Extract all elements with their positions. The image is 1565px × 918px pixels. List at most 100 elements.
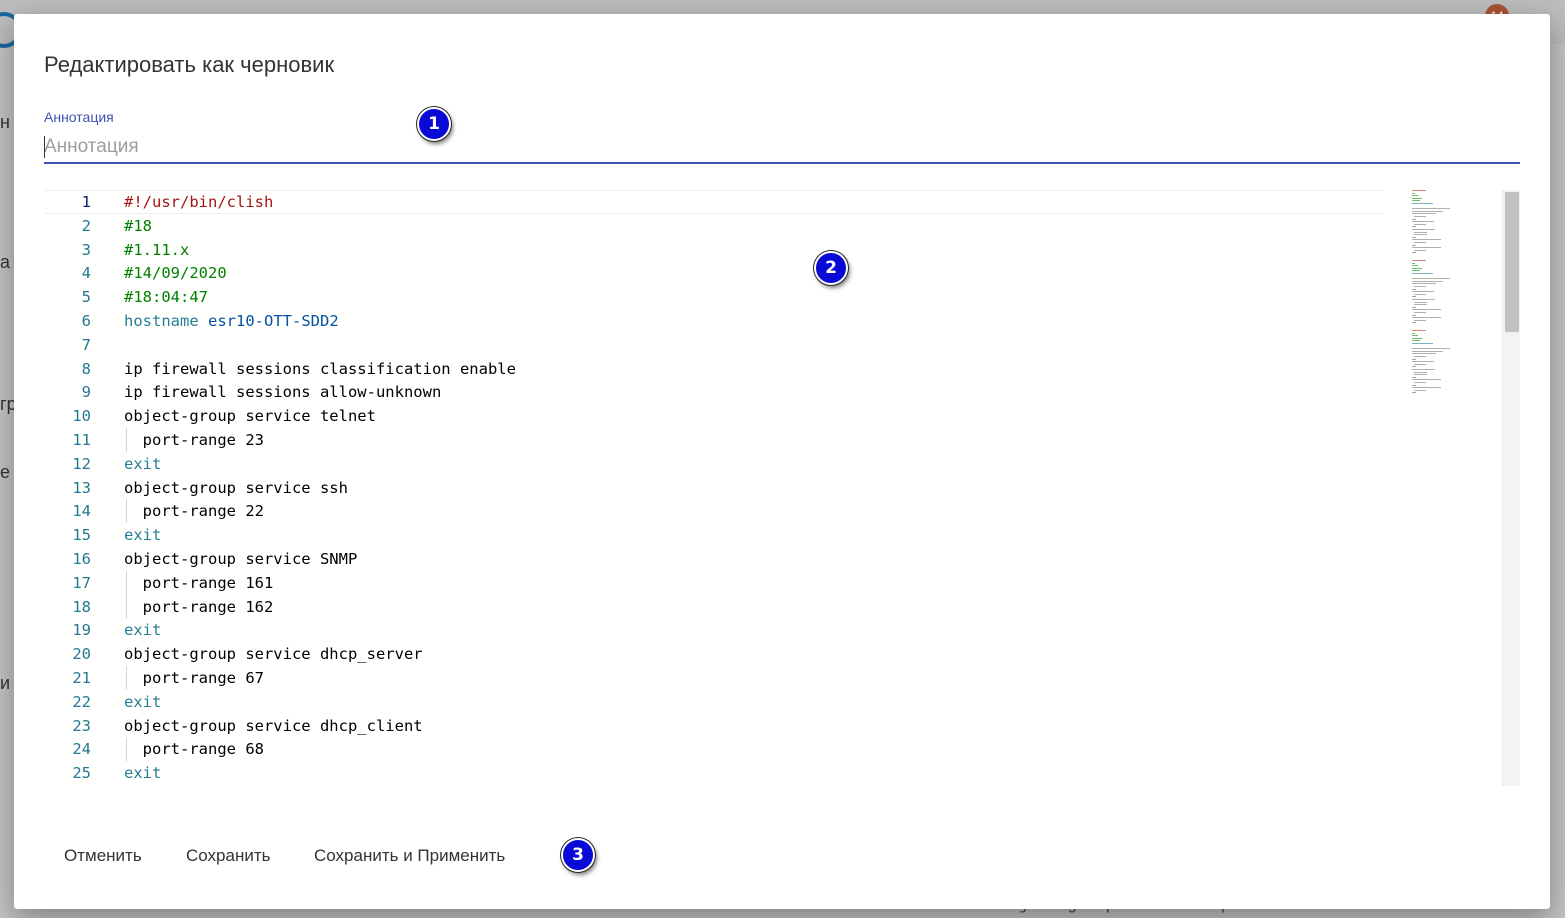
- code-line[interactable]: 20 object-group service dhcp_server: [44, 642, 1384, 666]
- code-text: port-range 67: [124, 669, 264, 687]
- save-and-apply-button[interactable]: Сохранить и Применить: [294, 836, 525, 876]
- code-text: exit: [124, 764, 162, 782]
- line-number: 8: [81, 360, 91, 378]
- background-text: н: [0, 112, 10, 132]
- code-line[interactable]: 13 object-group service ssh: [44, 476, 1384, 500]
- minimap-line: [1412, 218, 1416, 220]
- code-line[interactable]: 2 #18: [44, 214, 1384, 238]
- code-text: port-range 22: [124, 502, 264, 520]
- line-number: 5: [81, 288, 91, 306]
- minimap-line: [1412, 379, 1441, 381]
- code-token: hostname: [124, 312, 208, 330]
- config-code-editor[interactable]: 25 exit 24 port-range 68 23 object-group ser…: [44, 190, 1520, 786]
- code-line[interactable]: 8 ip firewall sessions classification ena…: [44, 357, 1384, 381]
- line-number: 9: [81, 383, 91, 401]
- minimap-line: [1414, 363, 1426, 365]
- editor-minimap[interactable]: [1412, 190, 1502, 410]
- minimap-line: [1412, 265, 1419, 267]
- minimap-line: [1414, 389, 1426, 391]
- editor-scrollbar-thumb[interactable]: [1505, 192, 1519, 332]
- minimap-line: [1414, 223, 1426, 225]
- code-text: #!/usr/bin/clish: [124, 193, 274, 211]
- code-line[interactable]: 7: [44, 333, 1384, 357]
- callout-marker: 2: [814, 251, 848, 285]
- code-line[interactable]: 12 exit: [44, 452, 1384, 476]
- code-text: #18:04:47: [124, 288, 208, 306]
- code-line[interactable]: 23 object-group service dhcp_client: [44, 714, 1384, 738]
- code-line[interactable]: 16 object-group service SNMP: [44, 547, 1384, 571]
- minimap-line: [1412, 376, 1416, 378]
- line-number: 19: [72, 621, 91, 639]
- line-number: 12: [72, 455, 91, 473]
- minimap-line: [1412, 229, 1435, 230]
- minimap-line: [1414, 249, 1426, 251]
- minimap-line: [1412, 340, 1421, 342]
- code-line[interactable]: 11 port-range 23: [44, 428, 1384, 452]
- minimap-line: [1412, 392, 1416, 394]
- minimap-line: [1414, 286, 1426, 287]
- code-text: port-range 161: [124, 574, 274, 592]
- code-line[interactable]: 22 exit: [44, 690, 1384, 714]
- minimap-line: [1412, 309, 1441, 311]
- code-line[interactable]: 9 ip firewall sessions allow-unknown: [44, 380, 1384, 404]
- code-text: hostname esr10-OTT-SDD2: [124, 309, 339, 333]
- minimap-line: [1412, 348, 1450, 350]
- line-number: 24: [72, 740, 91, 758]
- line-number: 7: [81, 336, 91, 354]
- minimap-line: [1412, 317, 1441, 319]
- minimap-line: [1412, 252, 1416, 254]
- save-button[interactable]: Сохранить: [166, 836, 290, 876]
- minimap-line: [1412, 278, 1450, 280]
- cancel-button[interactable]: Отменить: [44, 836, 162, 876]
- minimap-line: [1412, 350, 1443, 352]
- minimap-line: [1412, 262, 1415, 264]
- code-line[interactable]: 19 exit: [44, 618, 1384, 642]
- text-caret: [44, 136, 45, 158]
- minimap-line: [1412, 291, 1434, 293]
- line-number: 20: [72, 645, 91, 663]
- minimap-line: [1412, 283, 1437, 285]
- code-line[interactable]: 21 port-range 67: [44, 666, 1384, 690]
- minimap-line: [1412, 213, 1437, 215]
- minimap-line: [1412, 203, 1433, 204]
- minimap-line: [1414, 234, 1427, 236]
- code-text: exit: [124, 455, 162, 473]
- editor-scrollbar[interactable]: [1502, 190, 1520, 786]
- minimap-line: [1412, 221, 1434, 223]
- code-text: object-group service SNMP: [124, 550, 358, 568]
- code-line[interactable]: 17 port-range 161: [44, 571, 1384, 595]
- minimap-line: [1414, 312, 1426, 313]
- minimap-line: [1412, 247, 1441, 249]
- code-line[interactable]: 6 hostname esr10-OTT-SDD2: [44, 309, 1384, 333]
- minimap-line: [1412, 273, 1433, 274]
- minimap-line: [1414, 301, 1427, 303]
- code-line[interactable]: 24 port-range 68: [44, 737, 1384, 761]
- code-line[interactable]: 5 #18:04:47: [44, 285, 1384, 309]
- minimap-line: [1412, 299, 1435, 300]
- minimap-line: [1414, 382, 1426, 383]
- minimap-line: [1414, 293, 1426, 295]
- code-text: port-range 162: [124, 598, 274, 616]
- code-line[interactable]: 14 port-range 22: [44, 499, 1384, 523]
- line-number: 14: [72, 502, 91, 520]
- line-number: 15: [72, 526, 91, 544]
- minimap-line: [1412, 369, 1435, 370]
- annotation-input[interactable]: [44, 132, 1520, 164]
- code-line[interactable]: 4 #14/09/2020: [44, 261, 1384, 285]
- minimap-line: [1412, 332, 1415, 334]
- code-line[interactable]: 3 #1.11.x: [44, 238, 1384, 262]
- background-text: е: [0, 462, 11, 482]
- code-line[interactable]: 1 #!/usr/bin/clish: [44, 190, 1384, 214]
- minimap-line: [1414, 371, 1427, 373]
- line-number: 10: [72, 407, 91, 425]
- code-text: object-group service telnet: [124, 407, 376, 425]
- edit-draft-dialog: Редактировать как черновик Аннотация 25e…: [14, 14, 1550, 909]
- minimap-line: [1412, 210, 1443, 212]
- line-number: 22: [72, 693, 91, 711]
- code-text: port-range 68: [124, 740, 264, 758]
- code-line[interactable]: 15 exit: [44, 523, 1384, 547]
- code-line[interactable]: 25 exit: [44, 761, 1384, 785]
- code-line[interactable]: 18 port-range 162: [44, 595, 1384, 619]
- minimap-line: [1412, 337, 1422, 339]
- code-line[interactable]: 10 object-group service telnet: [44, 404, 1384, 428]
